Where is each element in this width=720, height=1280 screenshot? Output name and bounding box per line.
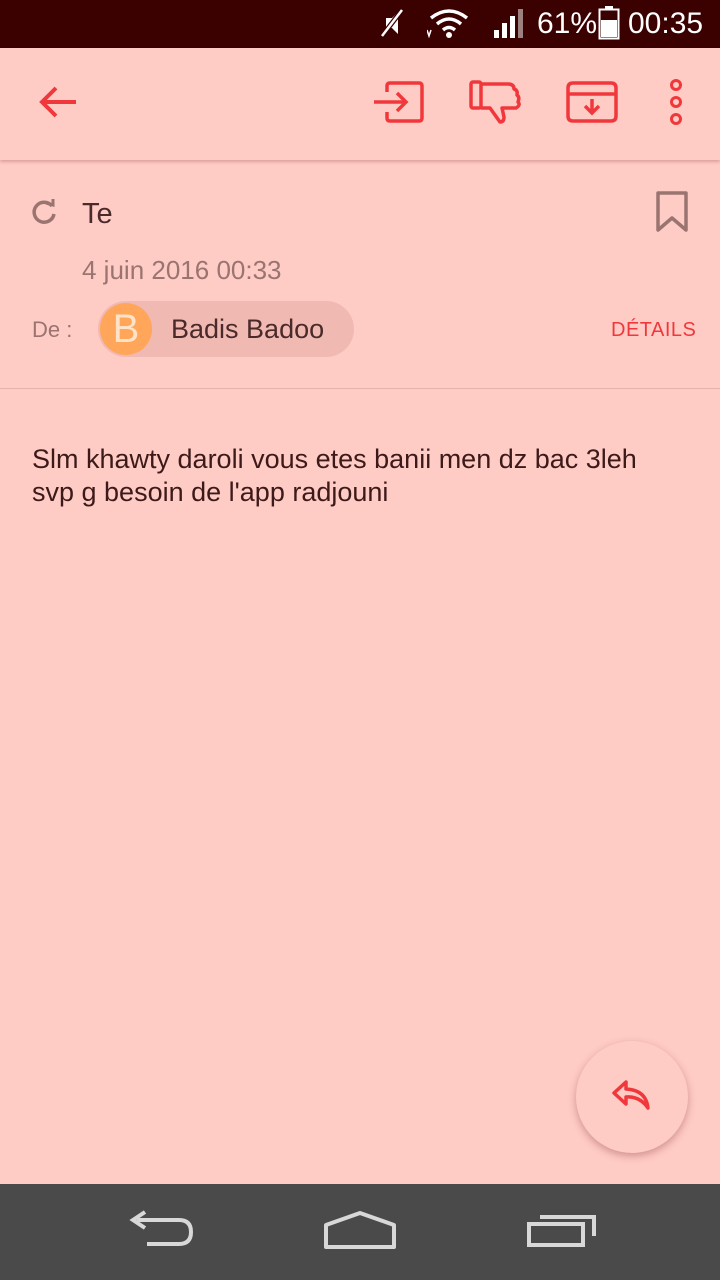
refresh-icon[interactable] xyxy=(30,198,58,231)
status-bar: 61% 00:35 xyxy=(0,0,720,48)
message-date: 4 juin 2016 00:33 xyxy=(82,255,282,285)
more-options-button[interactable] xyxy=(648,76,704,132)
nav-recents-button[interactable] xyxy=(514,1202,610,1262)
back-button[interactable] xyxy=(30,76,86,132)
reply-icon xyxy=(610,1078,654,1117)
archive-icon xyxy=(565,80,619,129)
nav-home-icon xyxy=(322,1209,398,1256)
navigation-bar xyxy=(0,1184,720,1280)
reply-button[interactable] xyxy=(576,1041,688,1153)
avatar: B xyxy=(100,303,152,355)
mute-icon xyxy=(376,8,408,45)
thumbs-down-icon xyxy=(468,79,522,130)
bookmark-icon[interactable] xyxy=(654,190,690,239)
move-to-icon xyxy=(371,80,425,129)
status-clock: 00:35 xyxy=(628,7,704,40)
battery-icon xyxy=(598,6,620,45)
message-body: Slm khawty daroli vous etes banii men dz… xyxy=(32,444,637,507)
message-header: Te 4 juin 2016 00:33 De : B Badis Badoo … xyxy=(0,160,720,389)
from-label: De : xyxy=(32,317,73,342)
sender-chip[interactable]: B Badis Badoo xyxy=(98,301,354,357)
message-subject: Te xyxy=(82,198,113,230)
details-link[interactable]: DÉTAILS xyxy=(611,314,696,346)
sender-name: Badis Badoo xyxy=(171,314,325,344)
wifi-icon xyxy=(426,8,471,45)
more-vert-icon xyxy=(666,78,686,130)
nav-home-button[interactable] xyxy=(312,1202,408,1262)
nav-back-button[interactable] xyxy=(112,1202,208,1262)
signal-icon xyxy=(492,8,526,45)
move-to-button[interactable] xyxy=(370,76,426,132)
battery-percentage: 61% xyxy=(537,7,598,40)
back-arrow-icon xyxy=(36,84,80,125)
toolbar xyxy=(0,48,720,160)
archive-button[interactable] xyxy=(564,76,620,132)
nav-back-icon xyxy=(125,1209,195,1255)
email-reader-screen: 61% 00:35 Te 4 juin 2016 00:33 De: B Ba… xyxy=(0,0,720,1280)
nav-recents-icon xyxy=(526,1212,598,1253)
spam-button[interactable] xyxy=(467,76,523,132)
